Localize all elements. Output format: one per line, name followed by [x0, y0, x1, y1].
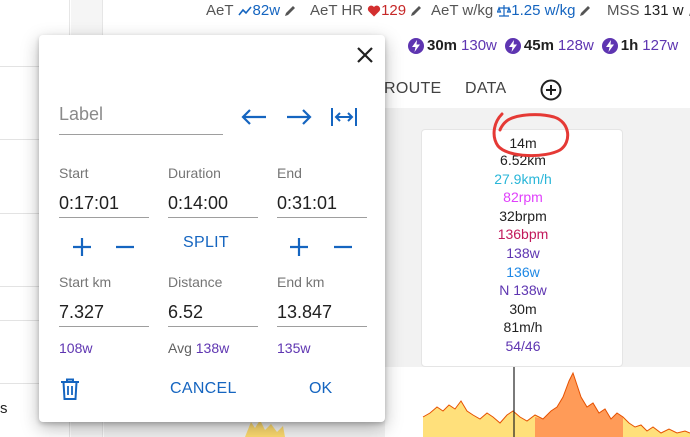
metric-aet-wkg[interactable]: AeT w/kg 1.25 w/kg	[431, 2, 592, 19]
edit-icon[interactable]	[409, 4, 423, 18]
start-increment-button[interactable]	[69, 234, 95, 260]
card-cadence: 82rpm	[503, 189, 543, 205]
ok-button[interactable]: OK	[309, 380, 332, 398]
end-km-field[interactable]: End km 13.847	[277, 274, 367, 327]
arrow-right-icon	[287, 109, 312, 125]
expand-horizontal-icon	[331, 108, 357, 126]
scale-icon	[497, 4, 512, 17]
card-power: 136w	[506, 264, 540, 280]
trend-icon	[237, 5, 252, 15]
plus-icon	[73, 238, 91, 256]
duration-field[interactable]: Duration 0:14:00	[168, 165, 258, 218]
heart-icon	[367, 5, 381, 16]
interval-stats-card[interactable]: 14m 6.52km 27.9km/h 82rpm 32brpm 136bpm …	[421, 129, 623, 367]
power-bests-row: 30m 130w 45m 128w 1h 127w	[408, 37, 678, 54]
end-field[interactable]: End 0:31:01	[277, 165, 367, 218]
close-button[interactable]	[352, 42, 378, 68]
activity-chart[interactable]	[385, 367, 690, 437]
card-time: 30m	[509, 301, 537, 317]
start-km-value[interactable]: 7.327	[59, 301, 149, 327]
expand-width-button[interactable]	[329, 104, 359, 130]
avg-power: Avg 138w	[168, 340, 230, 356]
distance-field[interactable]: Distance 6.52	[168, 274, 258, 327]
end-value[interactable]: 0:31:01	[277, 192, 367, 218]
close-icon	[357, 47, 373, 63]
edit-icon[interactable]	[578, 4, 592, 18]
card-heart-rate: 136bpm	[497, 226, 549, 242]
end-increment-button[interactable]	[286, 234, 312, 260]
metric-aet-hr[interactable]: AeT HR 129	[310, 2, 423, 19]
card-breathing: 32brpm	[499, 208, 547, 224]
power-chart	[422, 367, 690, 437]
move-right-button[interactable]	[284, 104, 314, 130]
card-distance: 6.52km	[500, 152, 546, 168]
bolt-icon	[504, 37, 521, 54]
split-button[interactable]: SPLIT	[183, 234, 229, 252]
card-climb-rate: 81m/h	[503, 319, 543, 335]
bolt-icon	[601, 37, 618, 54]
power-best[interactable]: 45m 128w	[504, 37, 594, 54]
edit-icon[interactable]	[687, 4, 690, 18]
card-avg-power: 138w	[506, 245, 540, 261]
card-balance: 54/46	[505, 338, 541, 354]
arrow-left-icon	[241, 109, 266, 125]
end-decrement-button[interactable]	[330, 234, 356, 260]
label-input[interactable]	[59, 101, 223, 135]
start-power: 108w	[59, 340, 93, 356]
minus-icon	[334, 245, 352, 249]
bolt-icon	[408, 37, 424, 54]
delete-button[interactable]	[59, 377, 83, 401]
end-power: 135w	[277, 340, 311, 356]
left-edge-text: s	[0, 400, 8, 417]
plus-icon	[290, 238, 308, 256]
move-left-button[interactable]	[239, 104, 269, 130]
end-km-value[interactable]: 13.847	[277, 301, 367, 327]
card-duration: 14m	[509, 135, 537, 151]
edit-icon[interactable]	[283, 4, 297, 18]
tab-route[interactable]: ROUTE	[384, 80, 442, 98]
minus-icon	[116, 245, 134, 249]
distance-value[interactable]: 6.52	[168, 301, 258, 327]
power-best[interactable]: 30m 130w	[408, 37, 497, 54]
power-best[interactable]: 1h 127w	[601, 37, 678, 54]
athlete-metrics-bar: AeT 82w AeT HR 129 AeT w/kg 1.25 w/kg MS…	[190, 0, 690, 24]
start-value[interactable]: 0:17:01	[59, 192, 149, 218]
card-normalized-power: N 138w	[499, 282, 547, 298]
start-field[interactable]: Start 0:17:01	[59, 165, 149, 218]
metric-mss[interactable]: MSS 131 w	[607, 2, 690, 19]
metric-aet[interactable]: AeT 82w	[206, 2, 297, 19]
start-km-field[interactable]: Start km 7.327	[59, 274, 149, 327]
add-circle-icon[interactable]	[539, 78, 563, 102]
interval-edit-dialog: Start 0:17:01 Duration 0:14:00 End 0:31:…	[39, 35, 385, 422]
start-decrement-button[interactable]	[112, 234, 138, 260]
trash-icon	[61, 378, 79, 400]
duration-value[interactable]: 0:14:00	[168, 192, 258, 218]
tab-data[interactable]: DATA	[465, 80, 507, 98]
card-speed: 27.9km/h	[494, 171, 552, 187]
cancel-button[interactable]: CANCEL	[170, 380, 237, 398]
